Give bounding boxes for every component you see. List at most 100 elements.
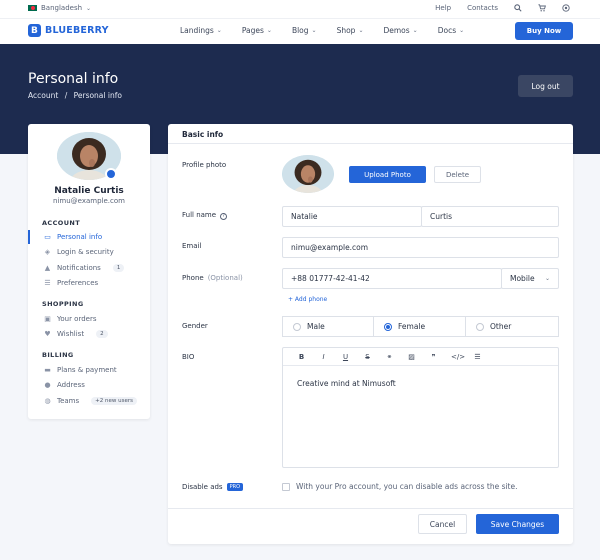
strikethrough-icon[interactable]: S xyxy=(363,353,372,361)
upload-photo-button[interactable]: Upload Photo xyxy=(349,166,426,183)
sidebar-item-label: Address xyxy=(57,381,85,389)
sidebar-item-plans-payment[interactable]: ▬ Plans & payment xyxy=(28,363,150,377)
nav-item-landings[interactable]: Landings ⌄ xyxy=(180,26,222,35)
underline-icon[interactable]: U xyxy=(341,353,350,361)
fullname-label: Full name? xyxy=(182,211,228,220)
count-badge: +2 new users xyxy=(91,397,137,405)
nav-item-demos[interactable]: Demos ⌄ xyxy=(383,26,417,35)
user-name: Natalie Curtis xyxy=(54,186,124,196)
italic-icon[interactable]: I xyxy=(319,353,328,361)
sidebar-item-preferences[interactable]: ☰ Preferences xyxy=(28,276,150,290)
radio-button xyxy=(293,322,301,331)
help-icon[interactable]: ? xyxy=(220,213,228,220)
gender-option-other[interactable]: Other xyxy=(465,316,559,337)
breadcrumb-current: Personal info xyxy=(73,91,122,100)
breadcrumb: Account / Personal info xyxy=(28,91,122,100)
gender-option-male[interactable]: Male xyxy=(282,316,374,337)
contacts-link[interactable]: Contacts xyxy=(467,4,498,12)
nav-item-pages[interactable]: Pages ⌄ xyxy=(242,26,272,35)
profile-photo-label: Profile photo xyxy=(182,161,227,169)
bio-editor[interactable]: B I U S ⚭ ▨ ❞ </> ☰ Creative mind at Nim… xyxy=(282,347,559,468)
logout-button[interactable]: Log out xyxy=(518,75,573,97)
bold-icon[interactable]: B xyxy=(297,353,306,361)
phone-input[interactable]: +88 01777-42-41-42 xyxy=(282,268,502,289)
sidebar-item-notifications[interactable]: ▲ Notifications 1 xyxy=(28,261,150,275)
image-icon[interactable]: ▨ xyxy=(407,353,416,361)
account-sidebar: Natalie Curtis nimu@example.com ACCOUNT … xyxy=(28,124,150,419)
nav-item-blog[interactable]: Blog ⌄ xyxy=(292,26,317,35)
sidebar-item-label: Your orders xyxy=(57,315,97,323)
phone-label: Phone (Optional) xyxy=(182,274,243,282)
cart-icon: ▣ xyxy=(44,314,51,323)
chevron-down-icon: ⌄ xyxy=(412,27,418,34)
gender-option-label: Female xyxy=(398,322,426,331)
breadcrumb-account[interactable]: Account xyxy=(28,91,58,100)
region-label: Bangladesh xyxy=(41,4,83,12)
sidebar-item-wishlist[interactable]: ♥ Wishlist 2 xyxy=(28,327,150,341)
last-name-input[interactable]: Curtis xyxy=(421,206,559,227)
code-icon[interactable]: </> xyxy=(451,353,465,361)
sidebar-item-address[interactable]: ● Address xyxy=(28,378,150,392)
chevron-down-icon: ⌄ xyxy=(311,27,317,34)
nav-item-shop[interactable]: Shop ⌄ xyxy=(337,26,364,35)
disable-ads-checkbox[interactable] xyxy=(282,483,290,491)
buy-now-button[interactable]: Buy Now xyxy=(515,22,573,40)
disable-ads-label: Disable ads PRO xyxy=(182,483,244,491)
heart-icon: ♥ xyxy=(44,329,51,338)
save-changes-button[interactable]: Save Changes xyxy=(476,514,559,534)
search-icon[interactable] xyxy=(514,4,522,12)
id-card-icon: ▭ xyxy=(44,232,51,241)
count-badge: 1 xyxy=(112,264,125,272)
chevron-down-icon: ⌄ xyxy=(86,4,92,12)
phone-type-select[interactable]: Mobile ⌄ xyxy=(501,268,559,289)
help-link[interactable]: Help xyxy=(435,4,451,12)
divider xyxy=(168,508,573,509)
main-navbar: B BLUEBERRY Landings ⌄ Pages ⌄ Blog ⌄ Shop ⌄… xyxy=(0,18,600,44)
card-icon: ▬ xyxy=(44,365,51,374)
user-email: nimu@example.com xyxy=(53,197,125,205)
list-icon[interactable]: ☰ xyxy=(473,353,482,361)
sidebar-item-login-security[interactable]: ◈ Login & security xyxy=(28,245,150,259)
link-icon[interactable]: ⚭ xyxy=(385,353,394,361)
sidebar-item-teams[interactable]: ◍ Teams +2 new users xyxy=(28,394,150,408)
page-title: Personal info xyxy=(28,71,119,87)
cart-icon[interactable] xyxy=(538,4,546,12)
editor-toolbar: B I U S ⚭ ▨ ❞ </> ☰ xyxy=(283,348,558,366)
eye-icon[interactable] xyxy=(562,4,570,12)
basic-info-card: Basic info Profile photo Upload Photo De… xyxy=(168,124,573,544)
logo-text: BLUEBERRY xyxy=(45,25,109,36)
gender-option-label: Other xyxy=(490,322,512,331)
email-input[interactable]: nimu@example.com xyxy=(282,237,559,258)
delete-photo-button[interactable]: Delete xyxy=(434,166,481,183)
pro-badge: PRO xyxy=(226,483,244,491)
sidebar-item-label: Personal info xyxy=(57,233,103,241)
gender-option-female[interactable]: Female xyxy=(373,316,466,337)
region-selector[interactable]: Bangladesh ⌄ xyxy=(28,4,91,12)
chevron-down-icon: ⌄ xyxy=(459,27,465,34)
add-phone-link[interactable]: + Add phone xyxy=(288,296,327,303)
bell-icon: ▲ xyxy=(44,263,51,272)
phone-label-text: Phone xyxy=(182,274,204,282)
chevron-down-icon: ⌄ xyxy=(266,27,272,34)
sidebar-item-personal-info[interactable]: ▭ Personal info xyxy=(28,230,150,244)
bio-label: BIO xyxy=(182,353,195,361)
sidebar-avatar[interactable] xyxy=(57,132,121,180)
nav-item-docs[interactable]: Docs ⌄ xyxy=(438,26,464,35)
section-account: ACCOUNT xyxy=(42,219,81,227)
phone-type-value: Mobile xyxy=(510,274,535,283)
users-icon: ◍ xyxy=(44,396,51,405)
quote-icon[interactable]: ❞ xyxy=(429,353,438,361)
brand-logo[interactable]: B BLUEBERRY xyxy=(28,24,109,37)
cancel-button[interactable]: Cancel xyxy=(418,514,467,534)
bio-text[interactable]: Creative mind at Nimusoft xyxy=(297,379,396,388)
sidebar-item-orders[interactable]: ▣ Your orders xyxy=(28,312,150,326)
first-name-input[interactable]: Natalie xyxy=(282,206,422,227)
camera-icon[interactable] xyxy=(105,168,117,180)
section-shopping: SHOPPING xyxy=(42,300,84,308)
optional-hint: (Optional) xyxy=(207,274,243,282)
chevron-down-icon: ⌄ xyxy=(544,275,550,282)
shield-icon: ◈ xyxy=(44,247,51,256)
sidebar-item-label: Preferences xyxy=(57,279,99,287)
radio-button xyxy=(476,322,484,331)
profile-photo xyxy=(282,155,334,193)
